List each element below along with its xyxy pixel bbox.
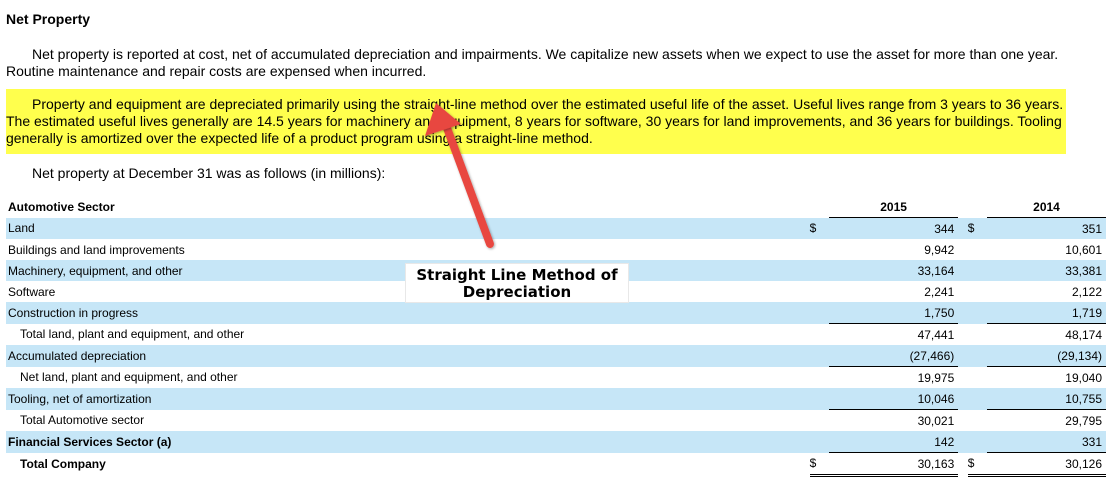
value-2014: 29,795 bbox=[1065, 413, 1102, 428]
value-2015: 1,750 bbox=[828, 302, 959, 324]
callout-line-2: Depreciation bbox=[462, 283, 572, 301]
value-2015: 33,164 bbox=[828, 260, 959, 281]
value-2014: 10,755 bbox=[986, 388, 1106, 410]
table-row: Total Automotive sector 30,021 29,795 bbox=[6, 410, 1106, 432]
currency-symbol: $ bbox=[967, 217, 987, 239]
value-2015: (27,466) bbox=[828, 345, 959, 367]
paragraph-text: Net property is reported at cost, net of… bbox=[6, 46, 1059, 79]
value-2015: 47,441 bbox=[917, 327, 955, 342]
row-label: Accumulated depreciation bbox=[6, 345, 810, 367]
value-2015: 344 bbox=[828, 217, 959, 239]
value-2014: 19,040 bbox=[1065, 370, 1102, 385]
paragraph-text: Property and equipment are depreciated p… bbox=[6, 96, 1064, 146]
value-2014: 351 bbox=[986, 217, 1106, 239]
table-row: Tooling, net of amortization 10,046 10,7… bbox=[6, 388, 1106, 410]
value-2015: 142 bbox=[828, 431, 959, 453]
table-row: Financial Services Sector (a) 142 331 bbox=[6, 431, 1106, 453]
value-2015: 19,975 bbox=[917, 370, 955, 385]
table-row: Land $ 344 $ 351 bbox=[6, 217, 1106, 239]
value-2014: 10,601 bbox=[1065, 242, 1102, 257]
paragraph-net-property: Net property is reported at cost, net of… bbox=[6, 46, 1066, 80]
row-label: Land bbox=[6, 217, 810, 239]
paragraph-table-intro: Net property at December 31 was as follo… bbox=[6, 165, 1066, 182]
currency-symbol: $ bbox=[809, 452, 829, 477]
paragraph-text: Net property at December 31 was as follo… bbox=[32, 165, 386, 181]
header-label: Automotive Sector bbox=[8, 199, 115, 214]
value-2014: 1,719 bbox=[986, 302, 1106, 324]
table-header-row: Automotive Sector 2015 2014 bbox=[6, 196, 1106, 218]
row-label: Total land, plant and equipment, and oth… bbox=[20, 327, 245, 342]
value-2015: 30,163 bbox=[828, 452, 959, 477]
row-label: Total Automotive sector bbox=[20, 413, 145, 428]
row-label: Construction in progress bbox=[6, 302, 810, 324]
section-title: Net Property bbox=[6, 11, 91, 27]
header-year-2014: 2014 bbox=[986, 196, 1106, 218]
table-row-total: Total Company $ 30,163 $ 30,126 bbox=[6, 452, 1106, 477]
currency-symbol: $ bbox=[967, 452, 987, 477]
value-2015: 9,942 bbox=[924, 242, 955, 257]
value-2015: 10,046 bbox=[828, 388, 959, 410]
value-2015: 30,021 bbox=[917, 413, 955, 428]
callout-line-1: Straight Line Method of bbox=[416, 266, 618, 284]
value-2014: 33,381 bbox=[986, 260, 1106, 281]
row-label: Total Company bbox=[20, 457, 106, 471]
table-row: Buildings and land improvements 9,942 10… bbox=[6, 239, 1106, 260]
value-2014: 2,122 bbox=[1071, 284, 1102, 299]
annotation-callout: Straight Line Method of Depreciation bbox=[405, 263, 629, 303]
table-row: Net land, plant and equipment, and other… bbox=[6, 367, 1106, 389]
table-row: Total land, plant and equipment, and oth… bbox=[6, 324, 1106, 346]
net-property-table: Automotive Sector 2015 2014 Land $ 344 $… bbox=[6, 196, 1106, 477]
row-label: Net land, plant and equipment, and other bbox=[20, 370, 238, 385]
value-2014: 331 bbox=[986, 431, 1106, 453]
header-year-2015: 2015 bbox=[828, 196, 959, 218]
table-row: Construction in progress 1,750 1,719 bbox=[6, 302, 1106, 324]
table-row: Accumulated depreciation (27,466) (29,13… bbox=[6, 345, 1106, 367]
value-2014: 48,174 bbox=[1065, 327, 1102, 342]
row-label: Buildings and land improvements bbox=[8, 242, 185, 257]
row-label: Financial Services Sector (a) bbox=[6, 431, 810, 453]
currency-symbol: $ bbox=[809, 217, 829, 239]
row-label: Tooling, net of amortization bbox=[6, 388, 810, 410]
highlighted-paragraph-depreciation: Property and equipment are depreciated p… bbox=[6, 89, 1066, 154]
value-2014: (29,134) bbox=[986, 345, 1106, 367]
value-2015: 2,241 bbox=[924, 284, 955, 299]
value-2014: 30,126 bbox=[986, 452, 1106, 477]
